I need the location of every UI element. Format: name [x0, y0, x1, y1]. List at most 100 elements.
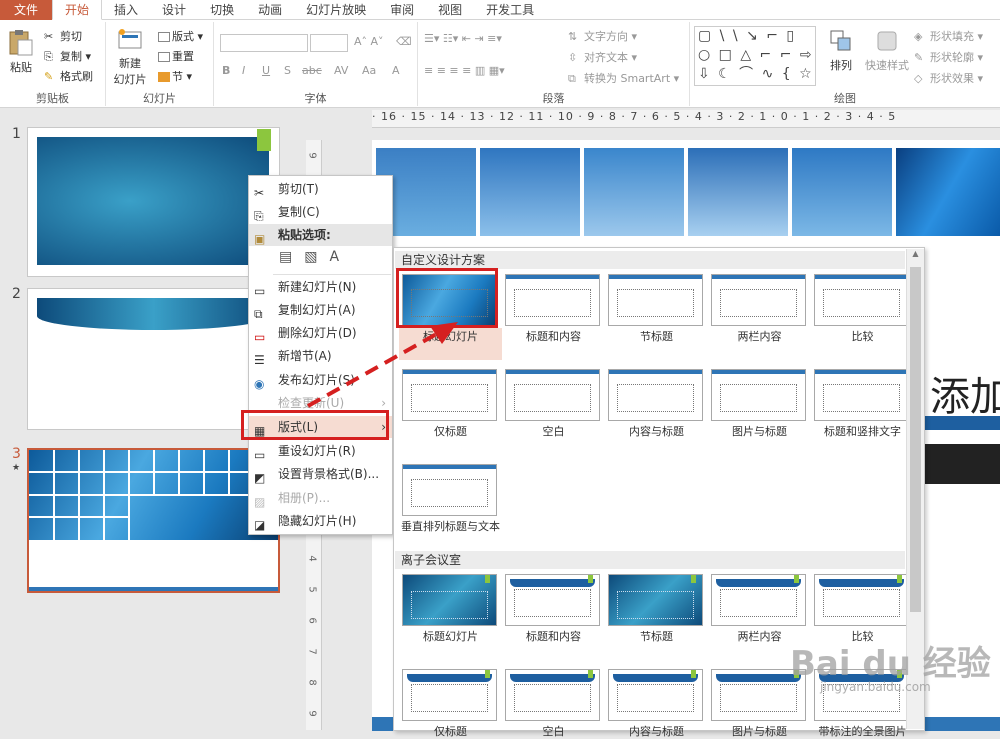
quick-styles-button[interactable]: 快速样式 [862, 28, 912, 73]
layout-option[interactable] [711, 274, 806, 326]
section-icon [158, 72, 170, 82]
layout-option-label: 标题和内容 [526, 330, 581, 343]
layout-accent [588, 575, 593, 583]
layout-option[interactable] [711, 369, 806, 421]
ruler-tick-label: 8 [306, 679, 318, 686]
shape-outline-button[interactable]: ✎ 形状轮廓 ▾ [914, 49, 983, 65]
case-button[interactable]: Aa [362, 64, 376, 77]
menu-item-label: 剪切(T) [278, 182, 319, 196]
italic-button[interactable]: I [242, 64, 245, 77]
shape-effects-button[interactable]: ◇ 形状效果 ▾ [914, 70, 983, 86]
tab-insert[interactable]: 插入 [102, 0, 150, 20]
slide-2-header [37, 296, 272, 330]
align-buttons[interactable]: ≡ ≡ ≡ ≡ ▥ ▦▾ [424, 64, 505, 77]
tab-review[interactable]: 审阅 [378, 0, 426, 20]
spacing-button[interactable]: AV [334, 64, 348, 77]
copy-button[interactable]: ⎘ 复制 ▾ [44, 48, 91, 64]
hide-slide-icon: ◪ [254, 518, 266, 532]
tab-design[interactable]: 设计 [150, 0, 198, 20]
font-color-button[interactable]: A [392, 64, 400, 77]
paste-picture-icon[interactable]: ▧ [304, 249, 329, 265]
layout-placeholder [514, 684, 591, 712]
menu-item-cut[interactable]: ✂ 剪切(T) [249, 178, 392, 200]
tab-home[interactable]: 开始 [52, 0, 103, 20]
tab-view[interactable]: 视图 [426, 0, 474, 20]
reset-button[interactable]: 重置 [158, 48, 194, 64]
scroll-up-icon[interactable]: ▲ [907, 249, 924, 258]
layout-button[interactable]: 版式 ▾ [158, 28, 203, 44]
paste-button[interactable]: 粘贴 [6, 28, 36, 80]
slide-thumbnail-2[interactable] [27, 288, 280, 430]
shapes-gallery[interactable]: ▢ \ \ ↘ ⌐ ▯ ○ □ △ ⌐ ⌐ ⇨ ⇩ ☾ ⌒ ∿ { ☆ [694, 26, 816, 86]
layout-option[interactable] [814, 574, 909, 626]
layout-option[interactable] [505, 669, 600, 721]
layout-header-band [506, 370, 599, 374]
slide-thumbnail-3[interactable] [27, 448, 280, 593]
cut-label: 剪切 [60, 30, 82, 43]
layout-placeholder [720, 289, 797, 317]
layout-option-label: 节标题 [640, 330, 673, 343]
tab-file[interactable]: 文件 [0, 0, 53, 20]
format-painter-button[interactable]: ✎ 格式刷 [44, 68, 93, 84]
layout-header-band [506, 275, 599, 279]
ruler-tick-label: 6 [306, 617, 318, 624]
layout-option[interactable] [402, 464, 497, 516]
layout-option-label: 带标注的全景图片 [818, 725, 907, 738]
scroll-thumb[interactable] [910, 267, 921, 612]
layout-option[interactable] [608, 669, 703, 721]
menu-item-hide-slide[interactable]: ◪ 隐藏幻灯片(H) [249, 510, 392, 532]
menu-item-format-background[interactable]: ◩ 设置背景格式(B)... [249, 463, 392, 485]
layout-option[interactable] [505, 574, 600, 626]
menu-item-reset-slide[interactable]: ▭ 重设幻灯片(R) [249, 440, 392, 462]
tab-animations[interactable]: 动画 [246, 0, 294, 20]
bold-button[interactable]: B [222, 64, 230, 77]
slides-group-label: 幻灯片 [143, 92, 176, 105]
clear-format-icon[interactable]: ⌫ [396, 35, 412, 48]
arrange-button[interactable]: 排列 [824, 28, 858, 73]
layout-option-label: 仅标题 [434, 725, 467, 738]
shadow-button[interactable]: S [284, 64, 291, 77]
layout-option[interactable] [711, 574, 806, 626]
layout-header-band [613, 674, 698, 682]
font-grow-button[interactable]: A˄ A˅ [354, 35, 384, 48]
font-name-combo[interactable] [220, 34, 308, 52]
layout-accent [897, 575, 902, 583]
layout-option[interactable] [608, 369, 703, 421]
layout-option[interactable] [402, 669, 497, 721]
slide-3-photo-grid [29, 450, 278, 540]
layout-option[interactable] [814, 274, 909, 326]
slide-thumbnail-1[interactable] [27, 127, 280, 277]
layout-header-band [609, 275, 702, 279]
section-button[interactable]: 节 ▾ [158, 68, 192, 84]
tab-transitions[interactable]: 切换 [198, 0, 246, 20]
tab-developer[interactable]: 开发工具 [474, 0, 546, 20]
font-group: A˄ A˅ ⌫ B I U S abc AV Aa A 字体 [214, 22, 418, 106]
arrow-annotation [307, 322, 458, 408]
layout-option[interactable] [608, 274, 703, 326]
new-slide-button[interactable]: 新建 幻灯片 [110, 28, 150, 87]
layout-option[interactable] [505, 369, 600, 421]
layout-option[interactable] [608, 574, 703, 626]
paste-option-buttons: ▤▧A [279, 249, 379, 271]
layout-option[interactable] [814, 369, 909, 421]
cut-button[interactable]: ✂ 剪切 [44, 28, 82, 44]
ruler-tick-label: 9 [306, 152, 318, 159]
tab-slideshow[interactable]: 幻灯片放映 [294, 0, 378, 20]
layout-placeholder [514, 589, 591, 617]
layout-placeholder [823, 384, 900, 412]
paste-keep-source-icon[interactable]: ▤ [279, 249, 304, 265]
align-text-button[interactable]: ⇳ 对齐文本 ▾ [568, 49, 637, 65]
text-direction-button[interactable]: ⇅ 文字方向 ▾ [568, 28, 637, 44]
smartart-button[interactable]: ⧉ 转换为 SmartArt ▾ [568, 70, 679, 86]
bullets-button[interactable]: ☰▾ ☷▾ ⇤ ⇥ ≡▾ [424, 32, 502, 45]
menu-item-copy[interactable]: ⎘ 复制(C) [249, 201, 392, 223]
menu-item-new-slide[interactable]: ▭ 新建幻灯片(N) [249, 276, 392, 298]
shape-fill-button[interactable]: ◈ 形状填充 ▾ [914, 28, 983, 44]
layout-option[interactable] [402, 574, 497, 626]
paste-text-only-icon[interactable]: A [329, 249, 351, 265]
layout-option[interactable] [505, 274, 600, 326]
font-size-combo[interactable] [310, 34, 348, 52]
layout-option-label: 两栏内容 [737, 330, 782, 343]
underline-button[interactable]: U [262, 64, 270, 77]
strike-button[interactable]: abc [302, 64, 322, 77]
